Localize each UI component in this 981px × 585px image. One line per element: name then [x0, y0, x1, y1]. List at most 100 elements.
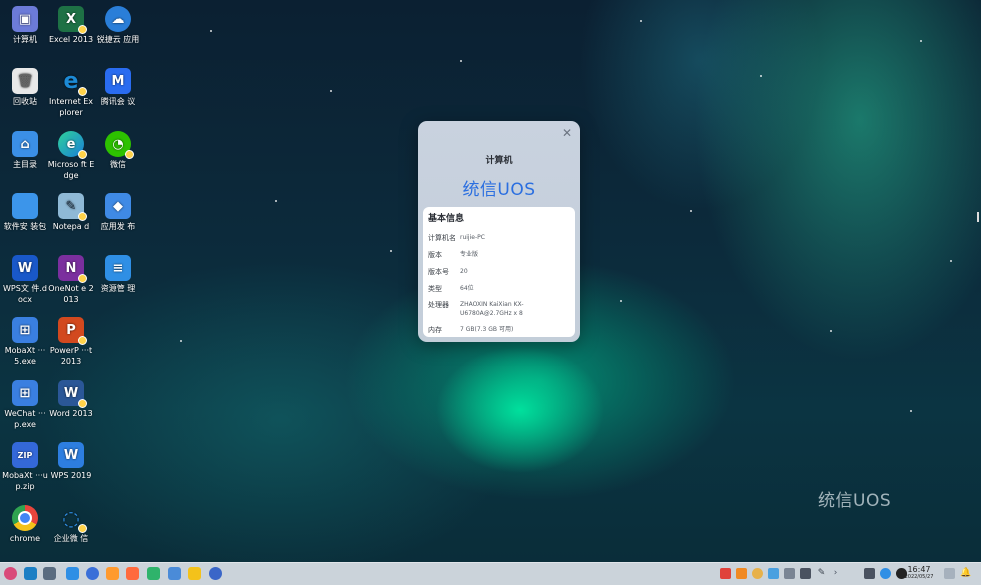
desktop-icon-label: 锐捷云 应用: [96, 35, 140, 44]
desktop: ▣ 计算机 🗑 回收站 ⌂ 主目录 软件安 装包 W WPS文 件.docx ⊞…: [0, 0, 981, 585]
folder-icon: [12, 193, 38, 219]
ruijie-cloud-icon: ☁: [105, 6, 131, 32]
desktop-icon-label: 计算机: [13, 35, 37, 44]
multitask-icon[interactable]: [43, 567, 56, 580]
about-computer-dialog: ✕ 计算机 统信UOS 基本信息 计算机名 ruijie-PC 版本 专业版 版…: [418, 121, 580, 342]
pen-icon[interactable]: ✎: [816, 568, 827, 579]
notification-icon[interactable]: 🔔: [960, 568, 971, 579]
document-viewer-icon[interactable]: [168, 567, 181, 580]
close-icon[interactable]: ✕: [561, 127, 573, 139]
exe-icon: ⊞: [12, 380, 38, 406]
powerpoint-icon: P: [58, 317, 87, 345]
desktop-icon-wps-doc[interactable]: W WPS文 件.docx: [0, 251, 50, 305]
desktop-icon-label: Internet Explorer: [48, 97, 94, 117]
ie-icon: e: [58, 68, 87, 96]
notes-icon[interactable]: [188, 567, 201, 580]
volume-icon[interactable]: [800, 568, 811, 579]
desktop-icon-label: 资源管 理: [100, 284, 136, 293]
desktop-icon-wechat-exe[interactable]: ⊞ WeChat ···p.exe: [0, 376, 50, 430]
uos-watermark: 统信UOS: [818, 491, 892, 511]
star: [640, 20, 642, 22]
desktop-icon-label: chrome: [9, 534, 41, 543]
onenote-icon: N: [58, 255, 87, 283]
app-publish-icon: ◆: [105, 193, 131, 219]
star: [275, 200, 277, 202]
desktop-icon-wps[interactable]: W WPS 2019: [46, 438, 96, 481]
info-value: ZHAOXIN KaiXian KX-U6780A@2.7GHz x 8: [460, 301, 524, 317]
trash-icon: 🗑: [12, 68, 38, 94]
desktop-icon-notepad[interactable]: ✎ Notepa d: [46, 189, 96, 232]
launcher-icon[interactable]: [4, 567, 17, 580]
upload-icon[interactable]: [736, 568, 747, 579]
screen-icon[interactable]: [864, 568, 875, 579]
desktop-icon-onenote[interactable]: N OneNot e 2013: [46, 251, 96, 305]
desktop-icon-label: WPS 2019: [50, 471, 92, 480]
desktop-icon-label: 主目录: [13, 160, 37, 169]
desktop-icon-label: MobaXt ···5.exe: [4, 346, 46, 366]
zip-icon: ZIP: [12, 442, 38, 468]
desktop-icon-label: WPS文 件.docx: [3, 284, 47, 304]
desktop-icon-word[interactable]: W Word 2013: [46, 376, 96, 419]
desktop-icon-file-manager[interactable]: ≡ 资源管 理: [93, 251, 143, 294]
desktop-icon-label: 微信: [110, 160, 126, 169]
desktop-icon-label: MobaXt ···up.zip: [2, 471, 48, 491]
desktop-icon-label: 应用发 布: [100, 222, 136, 231]
desktop-icon-label: 企业微 信: [53, 534, 89, 543]
desktop-icon-label: 腾讯会 议: [100, 97, 136, 106]
settings-icon[interactable]: [209, 567, 222, 580]
desktop-icon-label: 回收站: [13, 97, 37, 106]
file-manager-icon[interactable]: [66, 567, 79, 580]
wecom-icon: ◌: [58, 505, 87, 533]
chrome-icon: [12, 505, 38, 531]
app-store-icon[interactable]: [106, 567, 119, 580]
desktop-icon-wecom[interactable]: ◌ 企业微 信: [46, 501, 96, 544]
browser-icon[interactable]: [86, 567, 99, 580]
desktop-icon-wechat[interactable]: ◔ 微信: [93, 127, 143, 170]
info-value: ruijie-PC: [460, 234, 485, 241]
trash-icon[interactable]: [944, 568, 955, 579]
info-value: 专业版: [460, 251, 479, 258]
desktop-icon-ruijie-cloud[interactable]: ☁ 锐捷云 应用: [93, 2, 143, 45]
mouse-cursor: [977, 212, 979, 222]
clock-date: 2022/05/27: [904, 574, 934, 580]
star: [330, 90, 332, 92]
expand-tray-icon[interactable]: ›: [830, 568, 841, 579]
desktop-icon-label: OneNot e 2013: [48, 284, 94, 304]
home-folder-icon: ⌂: [12, 131, 38, 157]
network-icon[interactable]: [768, 568, 779, 579]
desktop-icon-mobaxterm-zip[interactable]: ZIP MobaXt ···up.zip: [0, 438, 50, 492]
desktop-icon-app-publish[interactable]: ◆ 应用发 布: [93, 189, 143, 232]
desktop-icon-label: PowerP ···t 2013: [49, 346, 93, 366]
record-icon[interactable]: [720, 568, 731, 579]
wps-icon: W: [58, 442, 84, 468]
show-desktop-icon[interactable]: [24, 567, 37, 580]
desktop-icon-powerpoint[interactable]: P PowerP ···t 2013: [46, 313, 96, 367]
desktop-icon-tencent-meeting[interactable]: M 腾讯会 议: [93, 64, 143, 107]
desktop-icon-software[interactable]: 软件安 装包: [0, 189, 50, 232]
desktop-icon-edge[interactable]: e Microso ft Edge: [46, 127, 96, 181]
weather-icon[interactable]: [752, 568, 763, 579]
image-viewer-icon[interactable]: [147, 567, 160, 580]
notepad-icon: ✎: [58, 193, 87, 221]
info-key: 类型: [428, 285, 442, 293]
desktop-icon-mobaxterm-exe[interactable]: ⊞ MobaXt ···5.exe: [0, 313, 50, 367]
desktop-icon-chrome[interactable]: chrome: [0, 501, 50, 544]
desktop-icon-label: Microso ft Edge: [47, 160, 95, 180]
info-key: 计算机名: [428, 234, 456, 242]
uos-logo: 统信UOS: [462, 180, 536, 200]
star: [620, 300, 622, 302]
desktop-icon-home[interactable]: ⌂ 主目录: [0, 127, 50, 170]
keyboard-icon[interactable]: [784, 568, 795, 579]
taskbar-clock[interactable]: 16:47 2022/05/27: [901, 565, 937, 581]
word-icon: W: [58, 380, 87, 408]
star: [460, 60, 462, 62]
desktop-icon-trash[interactable]: 🗑 回收站: [0, 64, 50, 107]
info-value: 7 GB(7.3 GB 可用): [460, 326, 514, 333]
desktop-icon-computer[interactable]: ▣ 计算机: [0, 2, 50, 45]
star: [180, 340, 182, 342]
desktop-icon-excel[interactable]: X Excel 2013: [46, 2, 96, 45]
music-icon[interactable]: [126, 567, 139, 580]
desktop-icon-label: 软件安 装包: [3, 222, 47, 231]
assistant-icon[interactable]: [880, 568, 891, 579]
desktop-icon-ie[interactable]: e Internet Explorer: [46, 64, 96, 118]
